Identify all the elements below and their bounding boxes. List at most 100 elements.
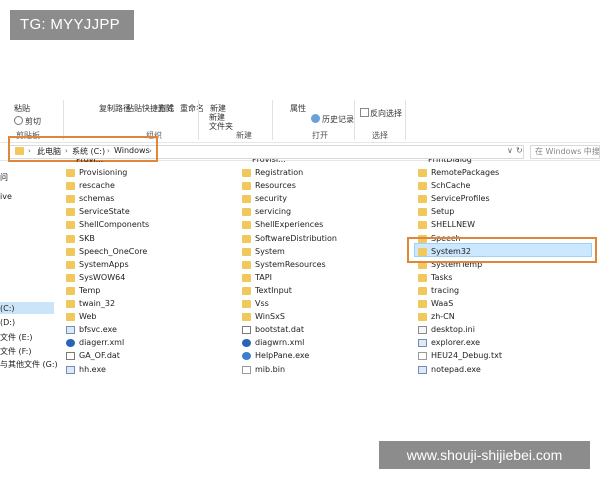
file-item[interactable]: RemotePackages bbox=[418, 166, 499, 179]
file-item[interactable]: zh-CN bbox=[418, 310, 455, 323]
ribbon-properties-cut[interactable]: 属性 bbox=[290, 103, 306, 114]
address-dropdown-icon[interactable]: ∨ bbox=[507, 146, 513, 155]
file-name: SchCache bbox=[431, 181, 471, 190]
file-item[interactable]: SchCache bbox=[418, 179, 470, 192]
file-item[interactable]: desktop.ini bbox=[418, 323, 475, 336]
ribbon-delete-cut[interactable]: 删除 bbox=[158, 103, 174, 114]
file-item-cut[interactable]: PrintDialog bbox=[428, 159, 472, 165]
file-item[interactable]: notepad.exe bbox=[418, 363, 481, 376]
file-item[interactable]: hh.exe bbox=[66, 363, 106, 376]
file-item[interactable]: Web bbox=[66, 310, 96, 323]
file-item[interactable]: ShellExperiences bbox=[242, 218, 323, 231]
file-item[interactable]: System bbox=[242, 245, 285, 258]
history-button[interactable]: 历史记录 bbox=[322, 114, 354, 125]
file-name: servicing bbox=[255, 207, 292, 216]
help-icon bbox=[242, 351, 251, 360]
file-item[interactable]: Tasks bbox=[418, 271, 452, 284]
file-item[interactable]: mib.bin bbox=[242, 363, 285, 376]
folder-icon bbox=[242, 273, 251, 282]
file-name: Resources bbox=[255, 181, 296, 190]
file-item[interactable]: SystemResources bbox=[242, 258, 326, 271]
file-item[interactable]: TAPI bbox=[242, 271, 272, 284]
folder-icon bbox=[242, 220, 251, 229]
file-item-cut[interactable]: Provisi... bbox=[252, 159, 286, 165]
file-item[interactable]: ServiceState bbox=[66, 205, 130, 218]
file-name: tracing bbox=[431, 286, 460, 295]
file-item[interactable]: WinSxS bbox=[242, 310, 285, 323]
file-name: Setup bbox=[431, 207, 455, 216]
exe-file-icon bbox=[418, 338, 427, 347]
file-name: HelpPane.exe bbox=[255, 351, 310, 360]
explorer-screenshot: TG: MYYJJPP 粘贴 复制路径 粘贴快捷方式 删除 重命名 新建 属性 … bbox=[0, 0, 600, 480]
ribbon-rename-cut[interactable]: 重命名 bbox=[180, 103, 204, 114]
file-item[interactable]: SKB bbox=[66, 232, 95, 245]
file-item[interactable]: GA_OF.dat bbox=[66, 349, 120, 362]
nav-item[interactable]: 问 bbox=[0, 172, 8, 183]
nav-item-f-drive[interactable]: 文件 (F:) bbox=[0, 346, 31, 357]
new-folder-label-2[interactable]: 文件夹 bbox=[209, 121, 233, 132]
group-label-new: 新建 bbox=[236, 131, 252, 140]
file-name: Tasks bbox=[431, 273, 453, 282]
file-name: hh.exe bbox=[79, 365, 106, 374]
file-item[interactable]: twain_32 bbox=[66, 297, 115, 310]
watermark-bottom: www.shouji-shijiebei.com bbox=[379, 441, 590, 469]
file-item[interactable]: bootstat.dat bbox=[242, 323, 304, 336]
file-name: ShellComponents bbox=[79, 220, 150, 229]
file-item[interactable]: WaaS bbox=[418, 297, 453, 310]
file-item-cut[interactable]: Provi... bbox=[76, 159, 103, 165]
file-item[interactable]: ShellComponents bbox=[66, 218, 149, 231]
exe-file-icon bbox=[418, 365, 427, 374]
file-name: SoftwareDistribution bbox=[255, 234, 337, 243]
folder-icon bbox=[418, 181, 427, 190]
file-item[interactable]: rescache bbox=[66, 179, 115, 192]
folder-icon bbox=[418, 194, 427, 203]
file-name: HEU24_Debug.txt bbox=[431, 351, 502, 360]
nav-item-c-drive[interactable]: (C:) bbox=[0, 304, 15, 313]
file-name: Provisioning bbox=[79, 168, 128, 177]
invert-select-button[interactable]: 反向选择 bbox=[370, 108, 402, 119]
file-name: SystemApps bbox=[79, 260, 129, 269]
file-item[interactable]: Resources bbox=[242, 179, 296, 192]
folder-icon bbox=[242, 312, 251, 321]
nav-item[interactable]: ive bbox=[0, 192, 12, 201]
file-item[interactable]: bfsvc.exe bbox=[66, 323, 117, 336]
file-item[interactable]: tracing bbox=[418, 284, 459, 297]
folder-icon bbox=[66, 273, 75, 282]
file-name: SKB bbox=[79, 234, 95, 243]
file-item[interactable]: Speech_OneCore bbox=[66, 245, 147, 258]
file-item[interactable]: schemas bbox=[66, 192, 114, 205]
nav-item-d-drive[interactable]: (D:) bbox=[0, 318, 15, 327]
search-input[interactable]: 在 Windows 中搜索 bbox=[530, 145, 600, 159]
file-item[interactable]: SystemApps bbox=[66, 258, 129, 271]
file-item[interactable]: Vss bbox=[242, 297, 269, 310]
file-item[interactable]: HEU24_Debug.txt bbox=[418, 349, 502, 362]
folder-icon bbox=[66, 220, 75, 229]
file-item[interactable]: servicing bbox=[242, 205, 291, 218]
file-item[interactable]: TextInput bbox=[242, 284, 292, 297]
folder-icon bbox=[418, 299, 427, 308]
file-item[interactable]: diagerr.xml bbox=[66, 336, 124, 349]
file-item[interactable]: Provisioning bbox=[66, 166, 127, 179]
file-item[interactable]: ServiceProfiles bbox=[418, 192, 490, 205]
folder-icon bbox=[66, 234, 75, 243]
file-item[interactable]: security bbox=[242, 192, 287, 205]
refresh-icon[interactable]: ↻ bbox=[516, 146, 523, 155]
file-item[interactable]: explorer.exe bbox=[418, 336, 480, 349]
file-name: desktop.ini bbox=[431, 325, 475, 334]
file-item[interactable]: Temp bbox=[66, 284, 100, 297]
file-item[interactable]: SHELLNEW bbox=[418, 218, 475, 231]
xml-file-icon bbox=[66, 338, 75, 347]
file-item[interactable]: SysWOW64 bbox=[66, 271, 125, 284]
file-item[interactable]: HelpPane.exe bbox=[242, 349, 309, 362]
nav-item-g-drive[interactable]: 与其他文件 (G:) bbox=[0, 359, 58, 370]
file-name: diagerr.xml bbox=[79, 338, 125, 347]
exe-file-icon bbox=[66, 365, 75, 374]
nav-item-e-drive[interactable]: 文件 (E:) bbox=[0, 332, 33, 343]
cut-button[interactable]: 剪切 bbox=[25, 116, 41, 127]
file-name: GA_OF.dat bbox=[79, 351, 120, 360]
file-item[interactable]: SoftwareDistribution bbox=[242, 232, 337, 245]
file-item[interactable]: Registration bbox=[242, 166, 303, 179]
file-item[interactable]: Setup bbox=[418, 205, 454, 218]
file-item[interactable]: diagwrn.xml bbox=[242, 336, 304, 349]
ribbon-paste-cut[interactable]: 粘贴 bbox=[14, 103, 30, 114]
